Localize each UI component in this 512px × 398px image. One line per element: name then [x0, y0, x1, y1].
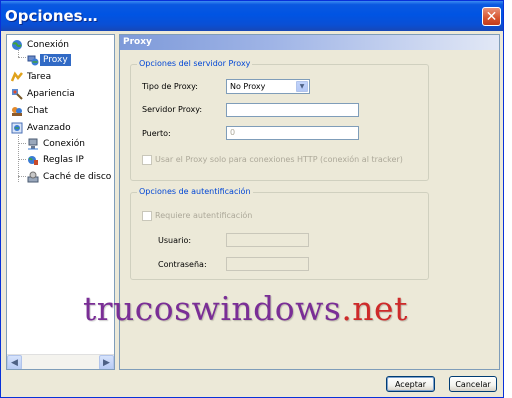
proxy-type-select[interactable]: No Proxy ▼: [226, 79, 310, 94]
watermark-tld: .net: [341, 289, 408, 328]
proxy-server-legend: Opciones del servidor Proxy: [137, 59, 253, 68]
ip-rules-icon: [27, 154, 39, 166]
connection-icon: [27, 138, 39, 150]
proxy-server-input[interactable]: [226, 103, 359, 117]
only-http-checkbox[interactable]: [142, 155, 152, 165]
sidebar-item-label: Chat: [27, 105, 49, 116]
scroll-left-button[interactable]: ◀: [7, 355, 22, 369]
sidebar-item-label: Reglas IP: [43, 154, 84, 165]
sidebar-item-chat[interactable]: Chat: [11, 103, 48, 118]
scroll-right-button[interactable]: ▶: [99, 355, 114, 369]
port-label: Puerto:: [142, 129, 171, 138]
requires-auth-label: Requiere autentificación: [155, 211, 253, 220]
options-window: Opciones… ✕ Conexión Proxy Tarea Aparien…: [0, 0, 504, 398]
proxy-server-group: Opciones del servidor Proxy Tipo de Prox…: [130, 59, 429, 181]
cancel-button[interactable]: Cancelar: [449, 376, 497, 392]
sidebar-item-cache-disco[interactable]: Caché de disco: [27, 169, 111, 184]
window-title: Opciones…: [5, 7, 98, 25]
title-bar[interactable]: Opciones… ✕: [1, 1, 503, 31]
tree-line: [18, 57, 26, 58]
user-input[interactable]: [226, 233, 309, 247]
sidebar-item-proxy[interactable]: Proxy: [27, 52, 71, 67]
sidebar-item-conexion-avanzada[interactable]: Conexión: [27, 136, 85, 151]
authentication-group: Opciones de autentificación Requiere aut…: [130, 187, 429, 280]
requires-auth-checkbox[interactable]: [142, 211, 152, 221]
sidebar-item-label: Apariencia: [27, 88, 75, 99]
sidebar-item-label: Avanzado: [27, 122, 71, 133]
watermark-main: trucoswindows: [83, 289, 342, 328]
proxy-type-value: No Proxy: [230, 82, 266, 91]
accept-button[interactable]: Aceptar: [386, 376, 435, 392]
tree-line: [18, 159, 26, 160]
task-icon: [10, 71, 23, 83]
port-input[interactable]: 0: [226, 126, 359, 140]
sidebar-item-label: Proxy: [40, 53, 71, 66]
chevron-left-icon: ◀: [11, 357, 18, 368]
chevron-down-icon: ▼: [296, 81, 308, 92]
close-button[interactable]: ✕: [482, 7, 501, 26]
sidebar-item-apariencia[interactable]: Apariencia: [11, 86, 75, 101]
panel-title: Proxy: [120, 35, 499, 50]
proxy-server-label: Servidor Proxy:: [142, 105, 203, 114]
watermark-text: trucoswindows.net: [83, 289, 408, 328]
sidebar-item-reglas-ip[interactable]: Reglas IP: [27, 152, 84, 167]
tree-line: [18, 176, 26, 177]
sidebar-item-tarea[interactable]: Tarea: [10, 69, 52, 84]
tree-line: [18, 143, 26, 144]
password-input[interactable]: [226, 257, 309, 271]
sidebar-item-label: Tarea: [27, 71, 52, 82]
network-globe-icon: [11, 39, 23, 51]
only-http-label: Usar el Proxy solo para conexiones HTTP …: [155, 155, 403, 164]
chevron-right-icon: ▶: [103, 357, 110, 368]
password-label: Contraseña:: [158, 260, 207, 269]
authentication-legend: Opciones de autentificación: [137, 187, 253, 196]
user-label: Usuario:: [158, 236, 192, 245]
advanced-icon: [11, 122, 23, 134]
disk-cache-icon: [27, 171, 39, 183]
sidebar-item-label: Conexión: [43, 138, 85, 149]
appearance-icon: [11, 88, 23, 100]
proxy-type-label: Tipo de Proxy:: [142, 82, 198, 91]
sidebar-horizontal-scrollbar[interactable]: ◀ ▶: [7, 354, 114, 369]
sidebar-item-label: Conexión: [27, 39, 69, 50]
sidebar-item-avanzado[interactable]: Avanzado: [11, 120, 71, 135]
sidebar-item-conexion[interactable]: Conexión: [11, 37, 69, 52]
chat-icon: [11, 105, 23, 117]
sidebar-item-label: Caché de disco: [43, 171, 112, 182]
proxy-icon: [27, 54, 39, 66]
close-icon: ✕: [485, 8, 498, 25]
